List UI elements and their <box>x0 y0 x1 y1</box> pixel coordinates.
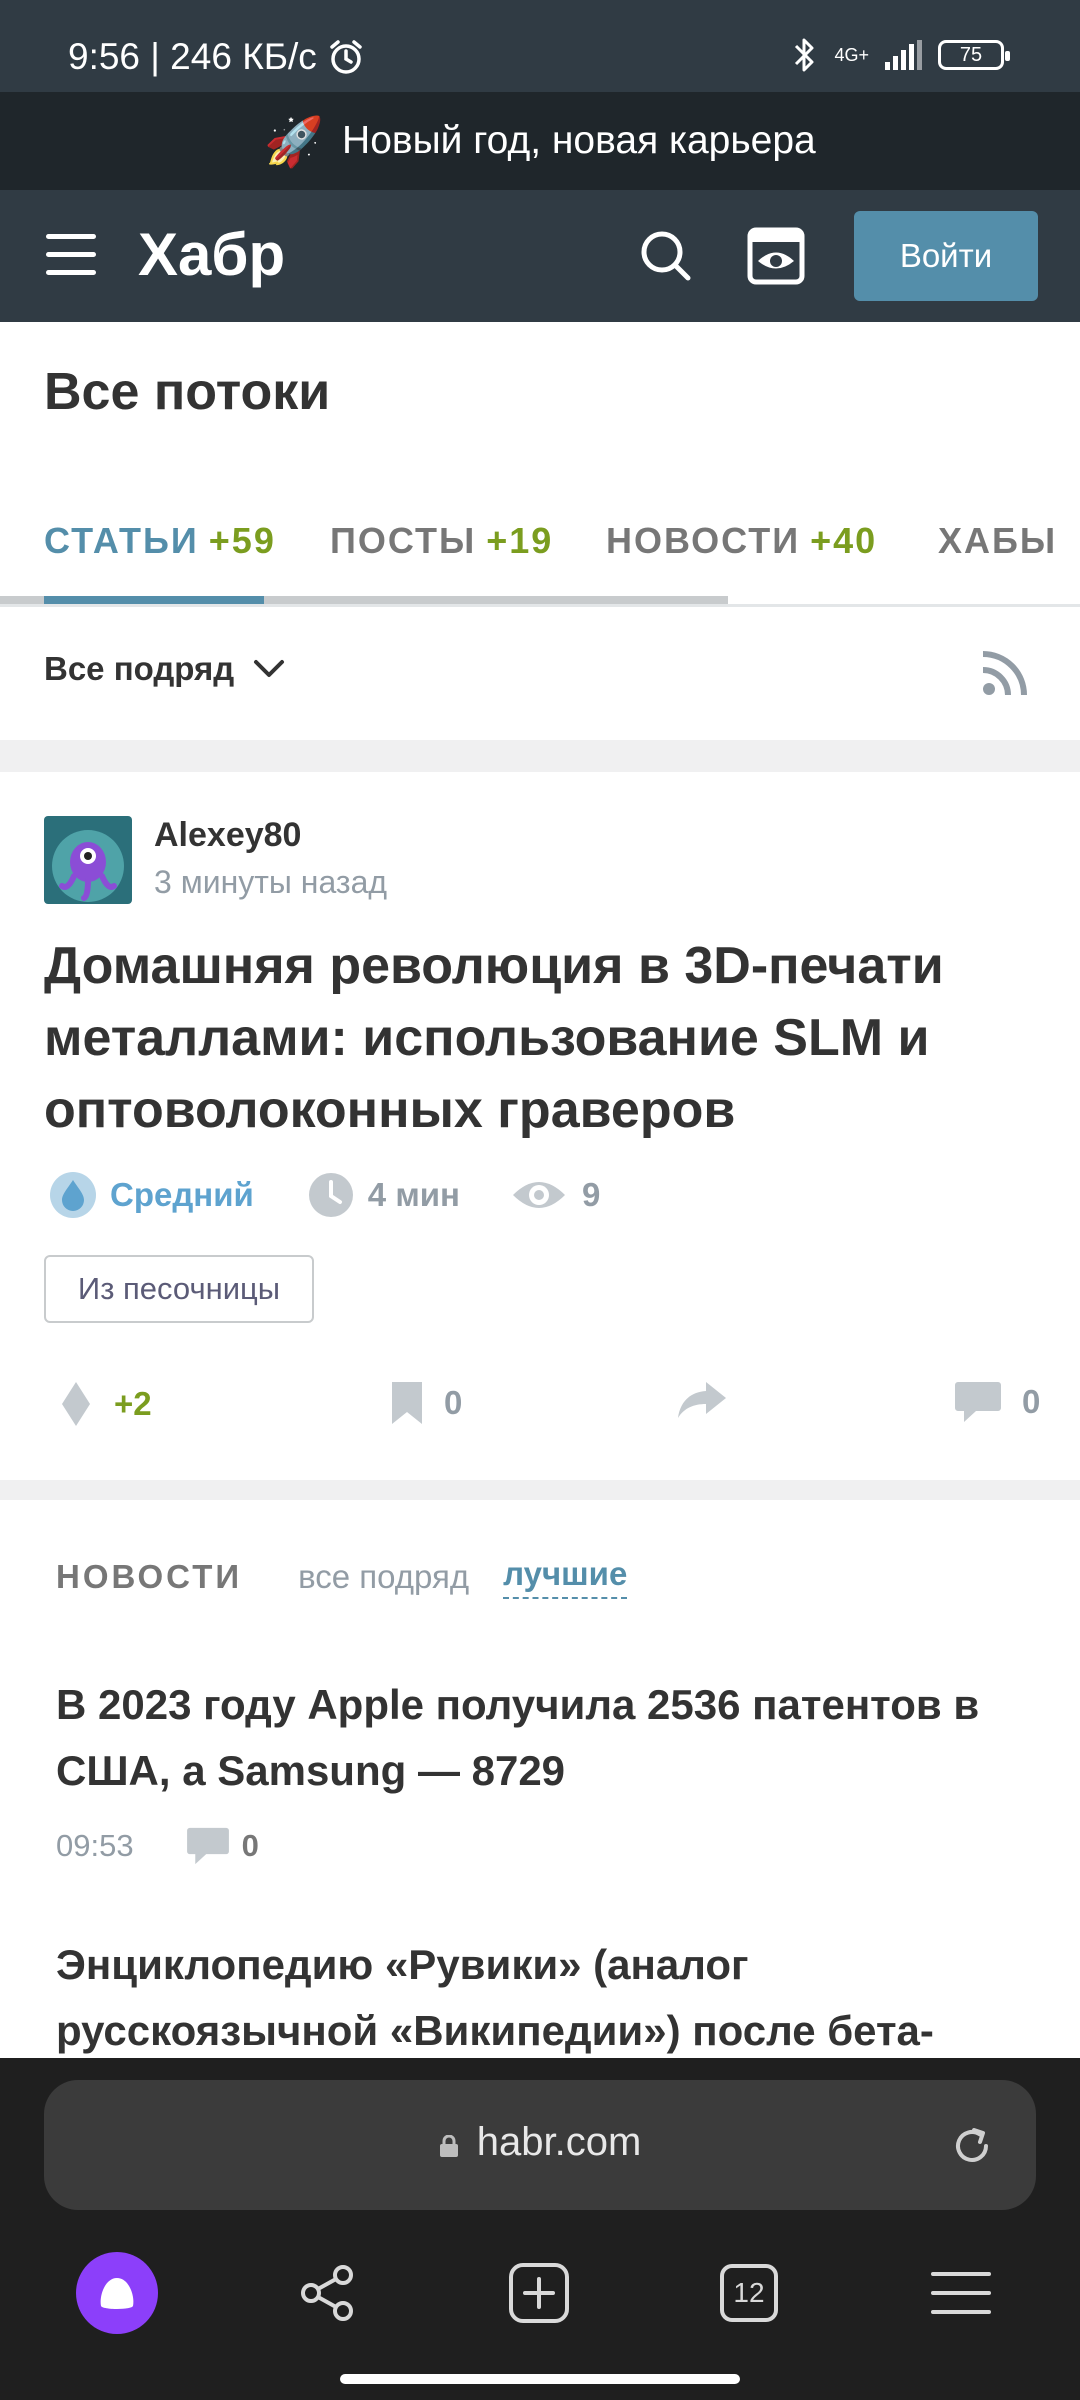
battery-icon: 75 <box>938 40 1010 70</box>
status-time-speed: 9:56 | 246 КБ/с <box>68 36 317 77</box>
search-icon[interactable] <box>636 226 696 286</box>
rating-value: +2 <box>114 1385 152 1422</box>
signal-icon <box>885 40 922 70</box>
stream-tabs: СТАТЬИ +59 ПОСТЫ +19 НОВОСТИ +40 ХАБЫ <box>0 500 1080 608</box>
news-filter-all[interactable]: все подряд <box>298 1558 469 1596</box>
author-avatar[interactable] <box>44 816 132 904</box>
feed-filter-dropdown[interactable]: Все подряд <box>44 650 286 688</box>
reading-mode-icon[interactable] <box>746 226 806 286</box>
tab-posts[interactable]: ПОСТЫ +19 <box>330 520 553 562</box>
share-nav-button[interactable] <box>282 2248 372 2338</box>
tab-count: +40 <box>810 520 878 561</box>
browser-nav: 12 <box>0 2248 1080 2358</box>
chevron-down-icon <box>254 660 285 677</box>
news-item-title[interactable]: В 2023 году Apple получила 2536 патентов… <box>56 1672 1046 1804</box>
article-meta: Средний 4 мин 9 <box>50 1172 600 1218</box>
tab-hubs[interactable]: ХАБЫ <box>938 520 1057 562</box>
bookmark-icon <box>392 1382 422 1424</box>
promo-banner[interactable]: 🚀 Новый год, новая карьера <box>0 92 1080 190</box>
status-right: 4G+ 75 <box>792 36 1010 74</box>
battery-level: 75 <box>959 43 983 66</box>
bluetooth-icon <box>795 38 814 72</box>
address-bar[interactable]: habr.com <box>44 2080 1036 2210</box>
promo-text: Новый год, новая карьера <box>342 119 816 162</box>
active-tab-underline <box>44 596 264 604</box>
sandbox-label[interactable]: Из песочницы <box>44 1255 314 1323</box>
tabs-switcher-button[interactable]: 12 <box>704 2248 794 2338</box>
comments-button[interactable]: 0 <box>954 1380 1040 1424</box>
tabs-count: 12 <box>720 2264 778 2322</box>
tab-label: СТАТЬИ <box>44 520 199 561</box>
site-logo[interactable]: Хабр <box>138 220 285 289</box>
section-separator <box>0 740 1080 772</box>
tab-count: +59 <box>208 520 276 561</box>
news-item-meta: 09:53 0 <box>56 1826 259 1866</box>
bookmark-button[interactable]: 0 <box>390 1380 462 1426</box>
site-header: Хабр Войти <box>0 190 1080 322</box>
network-type: 4G+ <box>834 44 869 65</box>
status-bar: 9:56 | 246 КБ/с 4G+ 75 <box>0 0 1080 92</box>
news-filter-best[interactable]: лучшие <box>503 1555 628 1599</box>
rating-diamond-icon <box>62 1382 90 1426</box>
news-item-comments: 0 <box>241 1828 259 1863</box>
rss-icon[interactable] <box>980 648 1030 698</box>
tab-label: ХАБЫ <box>938 520 1058 561</box>
rating-control[interactable]: +2 <box>58 1380 152 1428</box>
views-count: 9 <box>581 1176 601 1213</box>
read-time: 4 мин <box>367 1176 460 1213</box>
bookmarks-count: 0 <box>444 1384 463 1421</box>
url-text: habr.com <box>476 2120 642 2164</box>
article-title[interactable]: Домашняя революция в 3D-печати металлами… <box>44 930 1044 1146</box>
clock-icon <box>308 1173 353 1217</box>
tab-news[interactable]: НОВОСТИ +40 <box>606 520 877 562</box>
publish-time: 3 минуты назад <box>154 864 388 900</box>
lock-icon <box>439 2135 458 2157</box>
tab-articles[interactable]: СТАТЬИ +59 <box>44 520 276 562</box>
page-title: Все потоки <box>44 363 331 421</box>
complexity-drop-icon <box>50 1172 96 1218</box>
news-section-title[interactable]: НОВОСТИ <box>56 1558 242 1596</box>
alice-assistant-button[interactable] <box>72 2248 162 2338</box>
section-separator <box>0 1480 1080 1500</box>
alice-icon <box>76 2252 158 2334</box>
menu-icon <box>931 2272 991 2314</box>
rocket-icon: 🚀 <box>264 115 325 169</box>
author-name[interactable]: Alexey80 <box>154 816 301 855</box>
comment-icon <box>186 1827 229 1865</box>
url-display: habr.com <box>44 2120 1036 2165</box>
home-indicator[interactable] <box>340 2374 740 2384</box>
tab-label: НОВОСТИ <box>606 520 801 561</box>
login-button[interactable]: Войти <box>854 211 1038 301</box>
share-icon <box>301 2265 353 2321</box>
comment-icon <box>955 1382 1001 1422</box>
share-arrow-icon <box>678 1382 726 1418</box>
tab-count: +19 <box>486 520 554 561</box>
browser-toolbar: habr.com 12 <box>0 2058 1080 2400</box>
tab-label: ПОСТЫ <box>330 520 477 561</box>
news-item-title[interactable]: Энциклопедию «Рувики» (аналог русскоязыч… <box>56 1932 1046 2064</box>
complexity-level: Средний <box>110 1176 254 1213</box>
news-header: НОВОСТИ все подряд лучшие <box>56 1555 628 1599</box>
reload-icon[interactable] <box>948 2122 996 2170</box>
tabs-divider <box>0 604 1080 607</box>
article-actions: +2 0 0 <box>0 1370 1080 1436</box>
browser-menu-button[interactable] <box>916 2248 1006 2338</box>
comments-count: 0 <box>1022 1383 1041 1420</box>
new-tab-button[interactable] <box>494 2248 584 2338</box>
alarm-icon <box>330 40 362 74</box>
share-button[interactable] <box>676 1380 728 1420</box>
plus-square-icon <box>509 2263 569 2323</box>
status-left: 9:56 | 246 КБ/с <box>68 36 365 78</box>
views-eye-icon <box>512 1182 565 1208</box>
feed-filter-label: Все подряд <box>44 650 235 687</box>
news-item-time: 09:53 <box>56 1828 134 1863</box>
menu-icon[interactable] <box>46 234 96 276</box>
